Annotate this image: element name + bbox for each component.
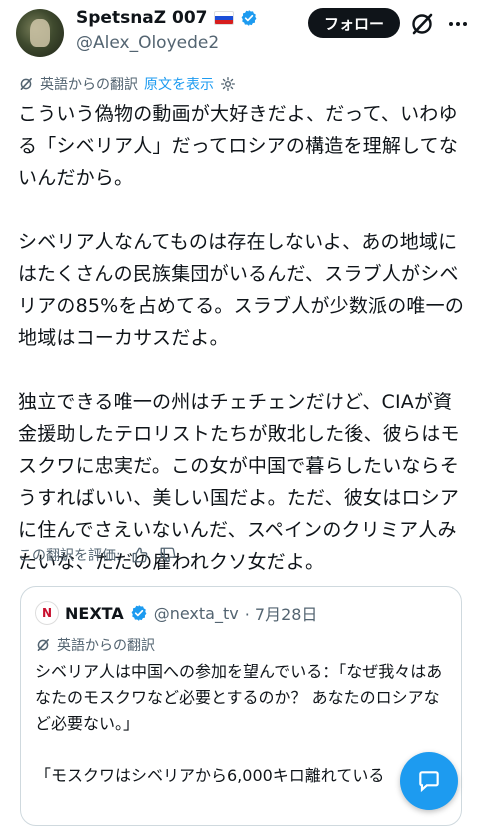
quoted-author-handle[interactable]: @nexta_tv: [154, 604, 239, 623]
quoted-author-name[interactable]: NEXTA: [65, 604, 124, 623]
quoted-tweet-text: シベリア人は中国への参加を望んでいる：「なぜ我々はあなたのモスクワなど必要とする…: [35, 659, 445, 815]
tweet-paragraph: こういう偽物の動画が大好きだよ、だって、いわゆる「シベリア人」だってロシアの構造…: [18, 103, 459, 189]
russia-flag-icon: [213, 11, 234, 25]
grok-icon[interactable]: [408, 10, 436, 38]
chat-bubble-icon: [419, 771, 439, 793]
translation-label: 英語からの翻訳: [40, 77, 138, 93]
more-icon[interactable]: [446, 12, 470, 36]
quoted-date: · 7月28日: [244, 605, 318, 624]
thumbs-up-icon[interactable]: [131, 546, 149, 564]
avatar[interactable]: [16, 9, 64, 57]
thumbs-down-icon[interactable]: [159, 546, 177, 564]
author-name-row[interactable]: SpetsnaZ 007: [76, 8, 258, 28]
show-original-link[interactable]: 原文を表示: [144, 74, 214, 94]
tweet-paragraph: シベリア人なんてものは存在しないよ、あの地域にはたくさんの民族集団がいるんだ、ス…: [18, 231, 465, 349]
tweet-text: こういう偽物の動画が大好きだよ、だって、いわゆる「シベリア人」だってロシアの構造…: [18, 98, 468, 610]
quoted-tweet-header: N NEXTA @nexta_tv · 7月28日: [35, 601, 317, 625]
grok-small-icon: [37, 639, 49, 651]
verified-badge-icon: [241, 10, 256, 26]
quoted-translation-bar: 英語からの翻訳: [35, 635, 155, 655]
rate-translation: この翻訳を評価:: [18, 545, 177, 565]
author-name[interactable]: SpetsnaZ 007: [76, 8, 208, 28]
translation-bar: 英語からの翻訳 原文を表示: [18, 74, 236, 94]
settings-gear-icon[interactable]: [220, 76, 236, 92]
verified-badge-icon: [131, 605, 147, 621]
quoted-tweet[interactable]: N NEXTA @nexta_tv · 7月28日 英語からの翻訳 シベリア人は…: [20, 586, 462, 826]
quoted-paragraph: シベリア人は中国への参加を望んでいる：「なぜ我々はあなたのモスクワなど必要とする…: [35, 662, 443, 733]
quoted-translation-label: 英語からの翻訳: [57, 638, 155, 654]
quoted-paragraph: 「モスクワはシベリアから6,000キロ離れている: [35, 766, 385, 785]
tweet-header: SpetsnaZ 007 @Alex_Oloyede2 フォロー: [0, 0, 480, 66]
grok-small-icon: [20, 78, 32, 90]
rate-label: この翻訳を評価:: [18, 548, 121, 564]
follow-button[interactable]: フォロー: [308, 8, 400, 38]
floating-reply-button[interactable]: [400, 752, 458, 810]
nexta-logo: N: [35, 601, 59, 625]
author-handle[interactable]: @Alex_Oloyede2: [76, 33, 219, 53]
